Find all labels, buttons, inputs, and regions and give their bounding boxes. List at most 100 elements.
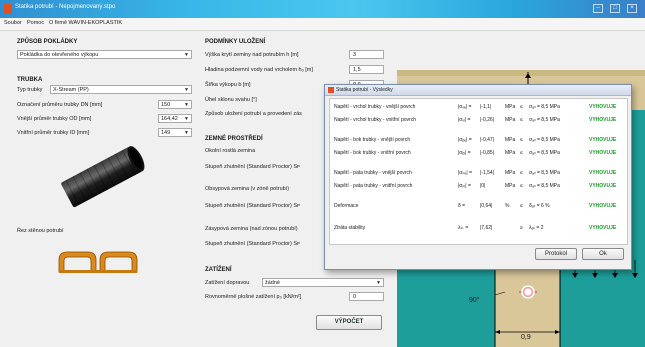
- chevron-down-icon: ▼: [184, 52, 189, 58]
- result-status: VYHOVUJE: [589, 225, 617, 231]
- result-name: Ztráta stability: [334, 225, 366, 231]
- pipe-image: [61, 146, 145, 208]
- result-unit: MPa: [505, 104, 516, 110]
- chevron-down-icon: ▼: [184, 102, 189, 108]
- menu-bar: Soubor Pomoc O firmě WAVIN-EKOPLASTIK: [0, 18, 645, 31]
- angle-dim-label: 90°: [469, 297, 480, 304]
- result-row: Napětí - bok trubky - vnější povrch |σᵦₑ|…: [330, 135, 627, 146]
- result-compare: ≤: [520, 203, 523, 209]
- chevron-down-icon: ▼: [376, 280, 381, 286]
- height-input[interactable]: 3: [349, 50, 384, 59]
- protocol-button[interactable]: Protokol: [535, 248, 577, 260]
- result-compare: ≤: [520, 137, 523, 143]
- id-value: 149: [161, 130, 171, 136]
- dn-select[interactable]: 150 ▼: [158, 100, 192, 109]
- result-row: Napětí - pata trubky - vnější povrch |σₚₑ…: [330, 168, 627, 179]
- menu-file[interactable]: Soubor: [4, 20, 22, 26]
- results-dialog: Statika potrubí - Výsledky Napětí - vrch…: [324, 84, 632, 270]
- od-value: 164,42: [161, 116, 178, 122]
- width-label: Šířka výkopu b [m]: [205, 82, 251, 88]
- maximize-icon[interactable]: □: [610, 4, 620, 13]
- result-row: Napětí - vrchol trubky - vnitřní povrch |…: [330, 115, 627, 126]
- result-name: Napětí - pata trubky - vnitřní povrch: [334, 183, 413, 189]
- close-icon[interactable]: ×: [627, 4, 637, 13]
- pipe-type-select[interactable]: X-Stream (PP) ▼: [50, 85, 192, 94]
- result-compare: ≥: [520, 225, 523, 231]
- result-compare: ≤: [520, 150, 523, 156]
- backfill-soil-label: Zásypová zemina (nad zónou potrubí): [205, 226, 298, 232]
- result-unit: MPa: [505, 117, 516, 123]
- result-name: Napětí - pata trubky - vnější povrch: [334, 170, 412, 176]
- compaction-3-label: Stupeň zhutnění (Standard Proctor) Sᴘ: [205, 241, 300, 247]
- window-controls: – □ ×: [593, 4, 637, 13]
- laying-select[interactable]: Pokládka do otevřeného výkopu ▼: [17, 50, 192, 59]
- method-label: Způsob uložení potrubí a provedení zás: [205, 111, 302, 117]
- water-label: Hladina podzemní vody nad vrcholem hₒ [m…: [205, 67, 313, 73]
- app-icon: [328, 87, 334, 93]
- height-label: Výška krytí zeminy nad potrubím h [m]: [205, 52, 299, 58]
- menu-about[interactable]: O firmě WAVIN-EKOPLASTIK: [49, 20, 122, 26]
- result-symbol: λₛₜ =: [458, 225, 469, 231]
- wall-profile-image: [58, 251, 138, 273]
- result-value: |-0,26|: [480, 117, 494, 123]
- result-value: |-1,1|: [480, 104, 492, 110]
- dialog-title: Statika potrubí - Výsledky: [336, 87, 393, 93]
- water-input[interactable]: 1,5: [349, 65, 384, 74]
- conditions-section-title: PODMÍNKY ULOŽENÍ: [205, 39, 266, 45]
- dn-label: Označení průměru trubky DN [mm]: [17, 102, 103, 108]
- results-table: Napětí - vrchol trubky - vnější povrch |σ…: [329, 98, 628, 245]
- result-name: Napětí - vrchol trubky - vnitřní povrch: [334, 117, 416, 123]
- id-label: Vnitřní průměr trubky ID [mm]: [17, 130, 90, 136]
- native-soil-label: Okolní rostlá zemina: [205, 148, 256, 154]
- result-status: VYHOVUJE: [589, 150, 617, 156]
- result-unit: MPa: [505, 170, 516, 176]
- result-symbol: |σᵥᵢ| =: [458, 117, 471, 123]
- angle-label: Úhel sklonu svahu [°]: [205, 97, 257, 103]
- menu-help[interactable]: Pomoc: [27, 20, 44, 26]
- result-status: VYHOVUJE: [589, 137, 617, 143]
- result-limit: σₐₗₗ = 8,5 MPa: [529, 170, 560, 176]
- surround-soil-label: Obsypová zemina (v zóně potrubí): [205, 186, 290, 192]
- result-symbol: |σᵦᵢ| =: [458, 150, 471, 156]
- ok-button[interactable]: Ok: [582, 248, 624, 260]
- compaction-2-label: Stupeň zhutnění (Standard Proctor) Sᴘ: [205, 203, 300, 209]
- chevron-down-icon: ▼: [184, 87, 189, 93]
- laying-section-title: ZPŮSOB POKLÁDKY: [17, 39, 78, 45]
- result-limit: σₐₗₗ = 8,5 MPa: [529, 137, 560, 143]
- id-select[interactable]: 149 ▼: [158, 128, 192, 137]
- result-limit: σₐₗₗ = 8,5 MPa: [529, 183, 560, 189]
- traffic-label: Zatížení dopravou: [205, 280, 250, 286]
- minimize-icon[interactable]: –: [593, 4, 603, 13]
- od-label: Vnější průměr trubky OD [mm]: [17, 116, 92, 122]
- compaction-1-label: Stupeň zhutnění (Standard Proctor) Sᴘ: [205, 164, 300, 170]
- result-limit: δₐₗₗ = 6 %: [529, 203, 550, 209]
- result-compare: ≤: [520, 170, 523, 176]
- result-compare: ≤: [520, 117, 523, 123]
- result-unit: MPa: [505, 137, 516, 143]
- result-value: |-0,85|: [480, 150, 494, 156]
- traffic-select[interactable]: žádné ▼: [262, 278, 384, 287]
- calculate-button[interactable]: VÝPOČET: [316, 315, 382, 330]
- result-unit: MPa: [505, 150, 516, 156]
- result-status: VYHOVUJE: [589, 117, 617, 123]
- result-unit: MPa: [505, 183, 516, 189]
- result-value: |7,62|: [480, 225, 493, 231]
- uniform-load-label: Rovnoměrně plošné zatížení p₀ [kN/m²]: [205, 294, 302, 300]
- app-icon: [4, 4, 12, 13]
- traffic-value: žádné: [265, 280, 280, 286]
- pipe-section-title: TRUBKA: [17, 77, 43, 83]
- result-row: Napětí - bok trubky - vnitřní povrch |σᵦᵢ…: [330, 148, 627, 159]
- result-value: |-1,54|: [480, 170, 494, 176]
- uniform-load-input[interactable]: 0: [349, 292, 384, 301]
- laying-select-value: Pokládka do otevřeného výkopu: [20, 52, 99, 58]
- result-status: VYHOVUJE: [589, 104, 617, 110]
- dn-value: 150: [161, 102, 171, 108]
- od-select[interactable]: 164,42 ▼: [158, 114, 192, 123]
- result-limit: σₐₗₗ = 8,5 MPa: [529, 104, 560, 110]
- result-row: Ztráta stability λₛₜ = |7,62| ≥ λₐₗₗ = 2 VYHO…: [330, 223, 627, 234]
- result-unit: %: [505, 203, 510, 209]
- result-status: VYHOVUJE: [589, 170, 617, 176]
- result-row: Napětí - vrchol trubky - vnější povrch |σ…: [330, 102, 627, 113]
- pipe-type-value: X-Stream (PP): [53, 87, 89, 93]
- result-symbol: δ =: [458, 203, 466, 209]
